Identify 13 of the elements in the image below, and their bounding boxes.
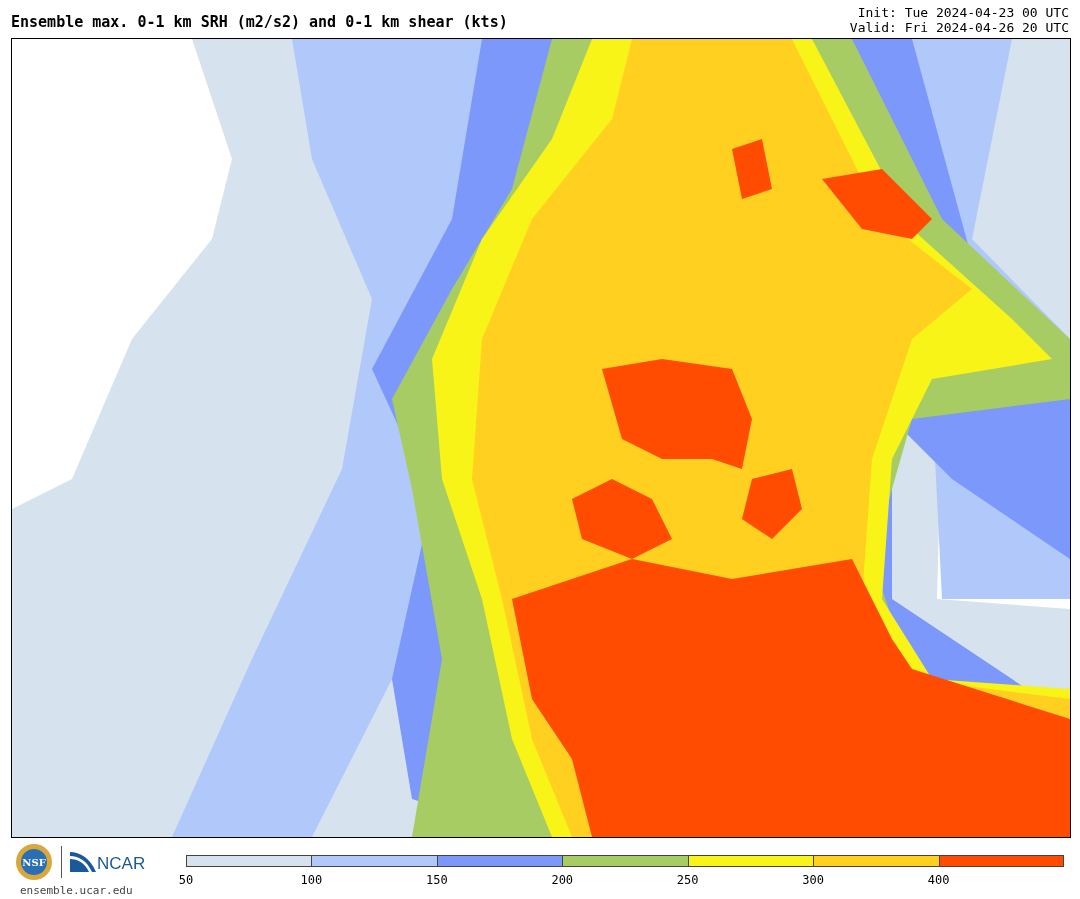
legend-label: 150 (426, 873, 448, 887)
valid-time: Valid: Fri 2024-04-26 20 UTC (849, 20, 1069, 35)
legend-label: 250 (676, 873, 699, 887)
nsf-logo: NSF (15, 843, 53, 881)
legend-label: 50 (178, 873, 194, 887)
legend-label: 300 (802, 873, 824, 887)
legend-label: 200 (551, 873, 574, 887)
init-time: Init: Tue 2024-04-23 00 UTC (857, 5, 1069, 20)
site-url: ensemble.ucar.edu (20, 884, 133, 897)
chart-title: Ensemble max. 0-1 km SRH (m2/s2) and 0-1 km shear (kts) (11, 13, 508, 31)
ncar-logo: NCAR (70, 852, 146, 872)
legend-label: 400 (927, 873, 950, 887)
legend-label: 100 (300, 873, 323, 887)
